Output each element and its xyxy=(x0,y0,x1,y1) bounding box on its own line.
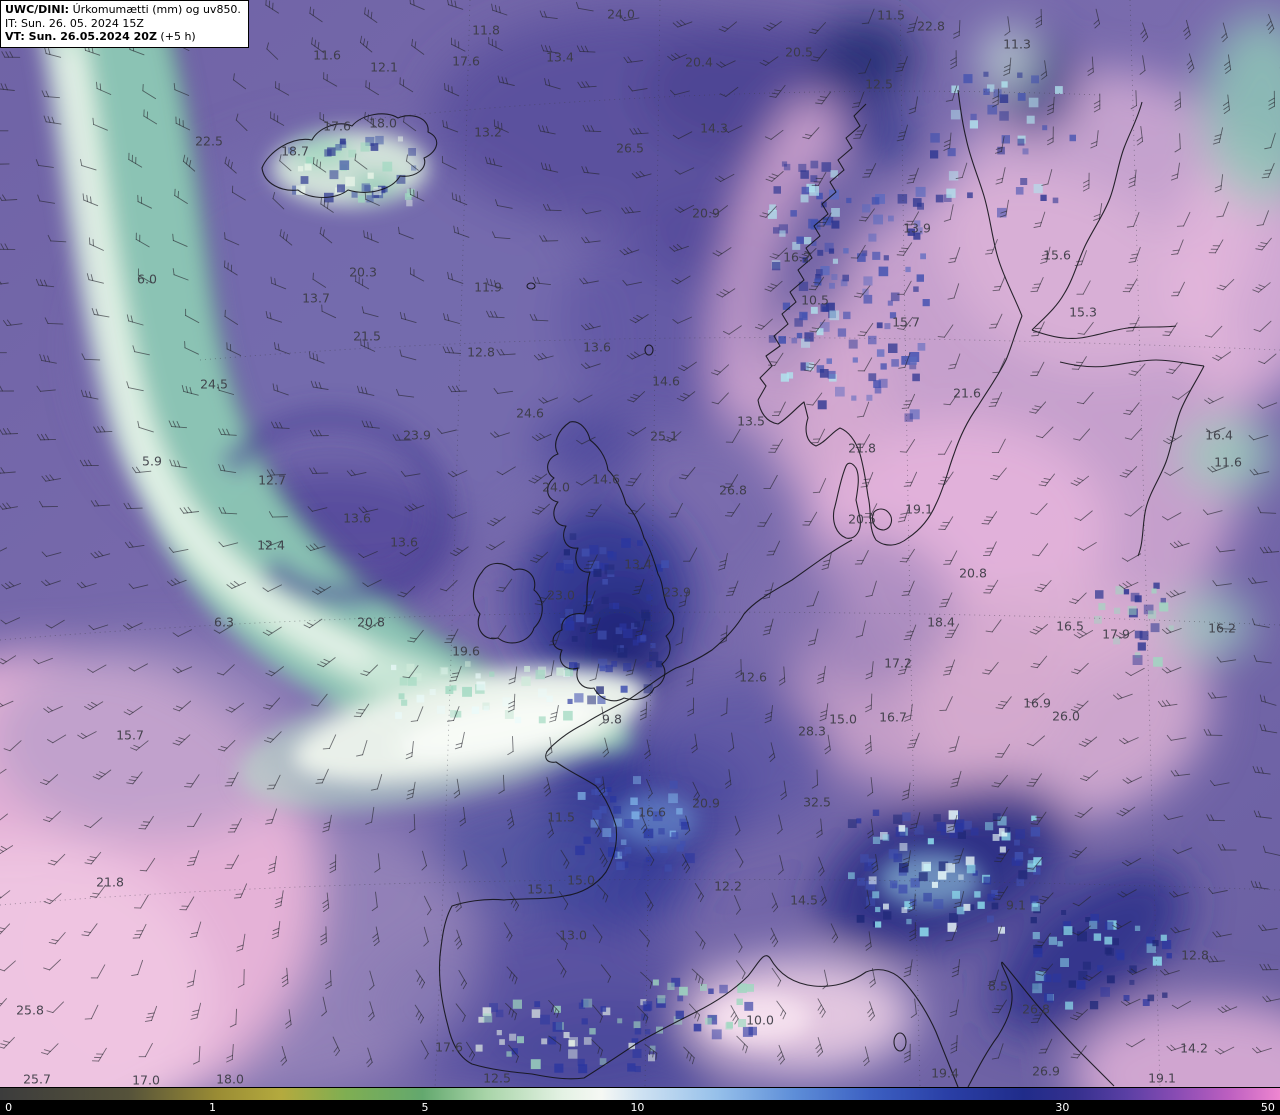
weather-map: 24.0 11.5 22.8 11.8 11.3 11.6 13.4 20.5 17.6 12.1… xyxy=(0,0,1280,1115)
map-title-box: UWC/DINI: Úrkomumætti (mm) og uv850. IT:… xyxy=(0,0,249,48)
valid-time-offset: (+5 h) xyxy=(156,30,196,43)
precipitation-field-canvas xyxy=(0,0,1280,1087)
colorbar-tick: 5 xyxy=(421,1101,429,1114)
colorbar-tick: 10 xyxy=(630,1101,645,1114)
colorbar-tick: 1 xyxy=(208,1101,216,1114)
product-name: UWC/DINI: xyxy=(5,3,70,16)
colorbar-gradient xyxy=(0,1087,1280,1101)
product-desc: Úrkomumætti (mm) og uv850. xyxy=(69,3,241,16)
precipitation-colorbar: 0 1 5 10 30 50 xyxy=(0,1087,1280,1115)
init-time: IT: Sun. 26. 05. 2024 15Z xyxy=(5,16,144,30)
valid-time: VT: Sun. 26.05.2024 20Z (+5 h) xyxy=(5,30,241,44)
product-title: UWC/DINI: Úrkomumætti (mm) og uv850. xyxy=(5,3,241,17)
colorbar-tick: 30 xyxy=(1055,1101,1070,1114)
colorbar-tick: 50 xyxy=(1260,1101,1275,1114)
colorbar-tick: 0 xyxy=(5,1101,13,1114)
valid-time-main: VT: Sun. 26.05.2024 20Z xyxy=(5,30,157,43)
colorbar-tick-labels: 0 1 5 10 30 50 xyxy=(0,1101,1280,1115)
